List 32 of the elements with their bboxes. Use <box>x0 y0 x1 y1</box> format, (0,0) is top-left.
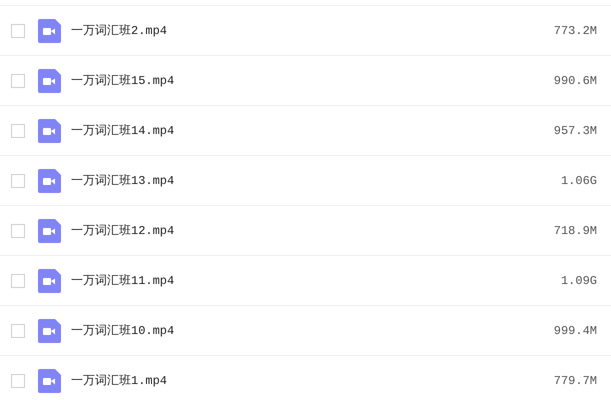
file-name[interactable]: 一万词汇班13.mp4 <box>71 172 561 189</box>
checkbox[interactable] <box>11 24 25 38</box>
checkbox[interactable] <box>11 274 25 288</box>
file-size: 999.4M <box>554 324 597 338</box>
video-file-icon <box>38 318 61 342</box>
checkbox[interactable] <box>11 124 25 138</box>
file-size: 779.7M <box>554 374 597 388</box>
file-name[interactable]: 一万词汇班14.mp4 <box>71 122 554 139</box>
file-name[interactable]: 一万词汇班11.mp4 <box>71 272 561 289</box>
video-file-icon <box>38 368 61 392</box>
file-size: 718.9M <box>554 224 597 238</box>
file-name[interactable]: 一万词汇班12.mp4 <box>71 222 554 239</box>
file-size: 990.6M <box>554 74 597 88</box>
video-file-icon <box>38 118 61 142</box>
file-size: 957.3M <box>554 124 597 138</box>
file-name[interactable]: 一万词汇班2.mp4 <box>71 22 554 39</box>
checkbox[interactable] <box>11 74 25 88</box>
checkbox[interactable] <box>11 374 25 388</box>
file-size: 1.06G <box>560 174 597 188</box>
video-file-icon <box>38 168 61 192</box>
checkbox[interactable] <box>11 224 25 238</box>
video-file-icon <box>38 268 61 292</box>
checkbox[interactable] <box>11 174 25 188</box>
file-name[interactable]: 一万词汇班1.mp4 <box>71 372 554 389</box>
file-name[interactable]: 一万词汇班15.mp4 <box>71 72 554 89</box>
video-file-icon <box>38 18 61 42</box>
video-file-icon <box>38 218 61 242</box>
file-size: 773.2M <box>554 24 597 38</box>
checkbox[interactable] <box>11 324 25 338</box>
video-file-icon <box>38 68 61 92</box>
file-size: 1.09G <box>560 274 597 288</box>
file-name[interactable]: 一万词汇班10.mp4 <box>71 322 554 339</box>
